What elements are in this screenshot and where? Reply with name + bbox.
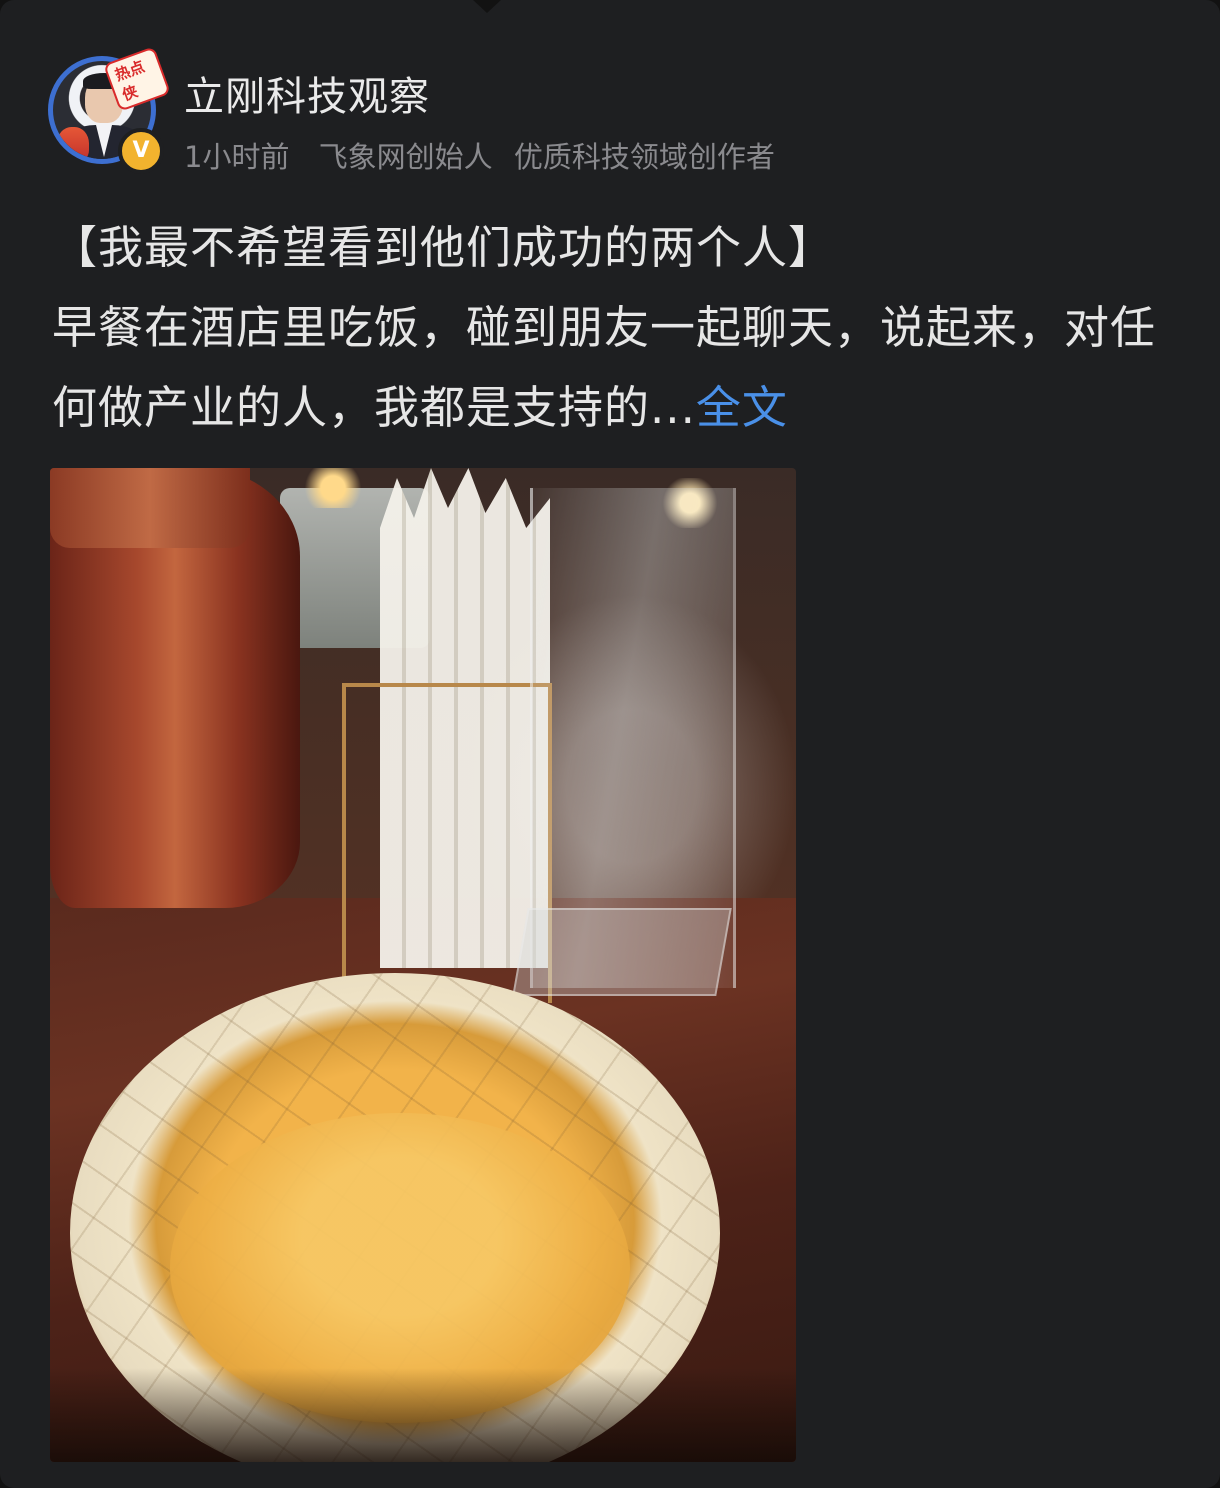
photo-lamp-glow xyxy=(298,468,368,508)
read-more-link[interactable]: 全文 xyxy=(696,381,788,434)
flame-icon xyxy=(57,127,89,159)
post-title: 【我最不希望看到他们成功的两个人】 xyxy=(52,221,835,274)
photo-vase-rim xyxy=(50,468,250,548)
photo-bottom-shadow xyxy=(50,1368,796,1462)
post-photo[interactable] xyxy=(50,468,796,1462)
verified-icon: V xyxy=(118,128,164,174)
post-card: 热点侠 V 立刚科技观察 1小时前 飞象网创始人 优质科技领域创作者 【我最不希… xyxy=(0,0,1220,1488)
post-meta: 1小时前 飞象网创始人 优质科技领域创作者 xyxy=(184,134,795,176)
popover-notch xyxy=(472,0,502,13)
photo-acrylic-base xyxy=(512,908,732,996)
author-tag-creator: 优质科技领域创作者 xyxy=(513,140,775,174)
post-time: 1小时前 xyxy=(184,140,290,174)
post-text[interactable]: 【我最不希望看到他们成功的两个人】 早餐在酒店里吃饭，碰到朋友一起聊天，说起来，… xyxy=(52,208,1162,448)
author-avatar-wrap[interactable]: 热点侠 V xyxy=(48,46,171,174)
author-tag-founder: 飞象网创始人 xyxy=(318,140,493,174)
author-name[interactable]: 立刚科技观察 xyxy=(184,64,430,122)
post-body: 早餐在酒店里吃饭，碰到朋友一起聊天，说起来，对任何做产业的人，我都是支持的... xyxy=(52,301,1157,434)
